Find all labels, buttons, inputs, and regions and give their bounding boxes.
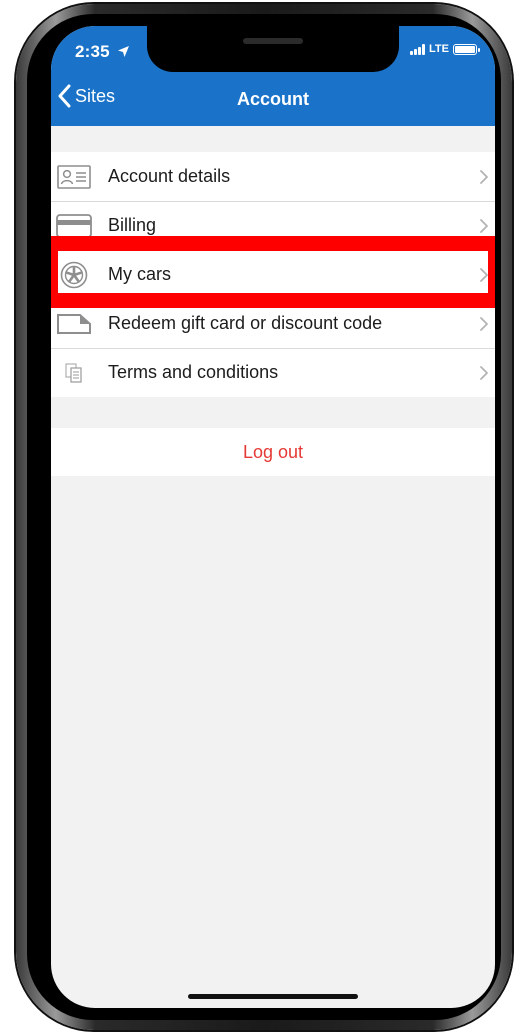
status-time-text: 2:35 <box>75 42 110 61</box>
credit-card-icon <box>56 213 92 239</box>
menu-item-billing[interactable]: Billing <box>51 201 495 250</box>
gift-card-icon <box>56 311 92 337</box>
wheel-icon <box>56 261 92 288</box>
logout-button[interactable]: Log out <box>243 442 303 463</box>
menu-item-label: Terms and conditions <box>108 362 279 382</box>
speaker-grille <box>243 38 303 44</box>
home-indicator[interactable] <box>188 994 358 999</box>
status-time: 2:35 <box>75 42 130 62</box>
chevron-right-icon <box>480 365 488 380</box>
menu-item-label: My cars <box>108 264 171 284</box>
id-card-icon <box>56 164 92 190</box>
chevron-right-icon <box>480 169 488 184</box>
chevron-right-icon <box>480 316 488 331</box>
status-indicators: LTE <box>410 43 480 55</box>
battery-icon <box>453 43 480 55</box>
location-arrow-icon <box>117 46 129 57</box>
network-type-label: LTE <box>429 43 449 55</box>
navigation-bar: 2:35 LTE Sites Account <box>51 26 495 126</box>
chevron-right-icon <box>480 218 488 233</box>
signal-icon <box>410 43 426 55</box>
page-title: Account <box>237 89 309 109</box>
menu-item-terms[interactable]: Terms and conditions <box>51 348 495 397</box>
menu-item-account-details[interactable]: Account details <box>51 152 495 201</box>
menu-item-label: Billing <box>108 215 157 235</box>
menu-item-label: Redeem gift card or discount code <box>108 313 383 333</box>
phone-notch <box>147 26 399 72</box>
documents-icon <box>56 360 92 386</box>
menu-item-label: Account details <box>108 166 231 186</box>
account-menu: Account details Billing My cars Redeem g… <box>51 152 495 397</box>
menu-item-redeem-gift-card[interactable]: Redeem gift card or discount code <box>51 299 495 348</box>
app-screen: 2:35 LTE Sites Account Account details B… <box>51 26 495 1008</box>
logout-section: Log out <box>51 428 495 476</box>
menu-item-my-cars[interactable]: My cars <box>51 250 495 299</box>
screenshot-stage: 2:35 LTE Sites Account Account details B… <box>0 0 516 1034</box>
chevron-right-icon <box>480 267 488 282</box>
